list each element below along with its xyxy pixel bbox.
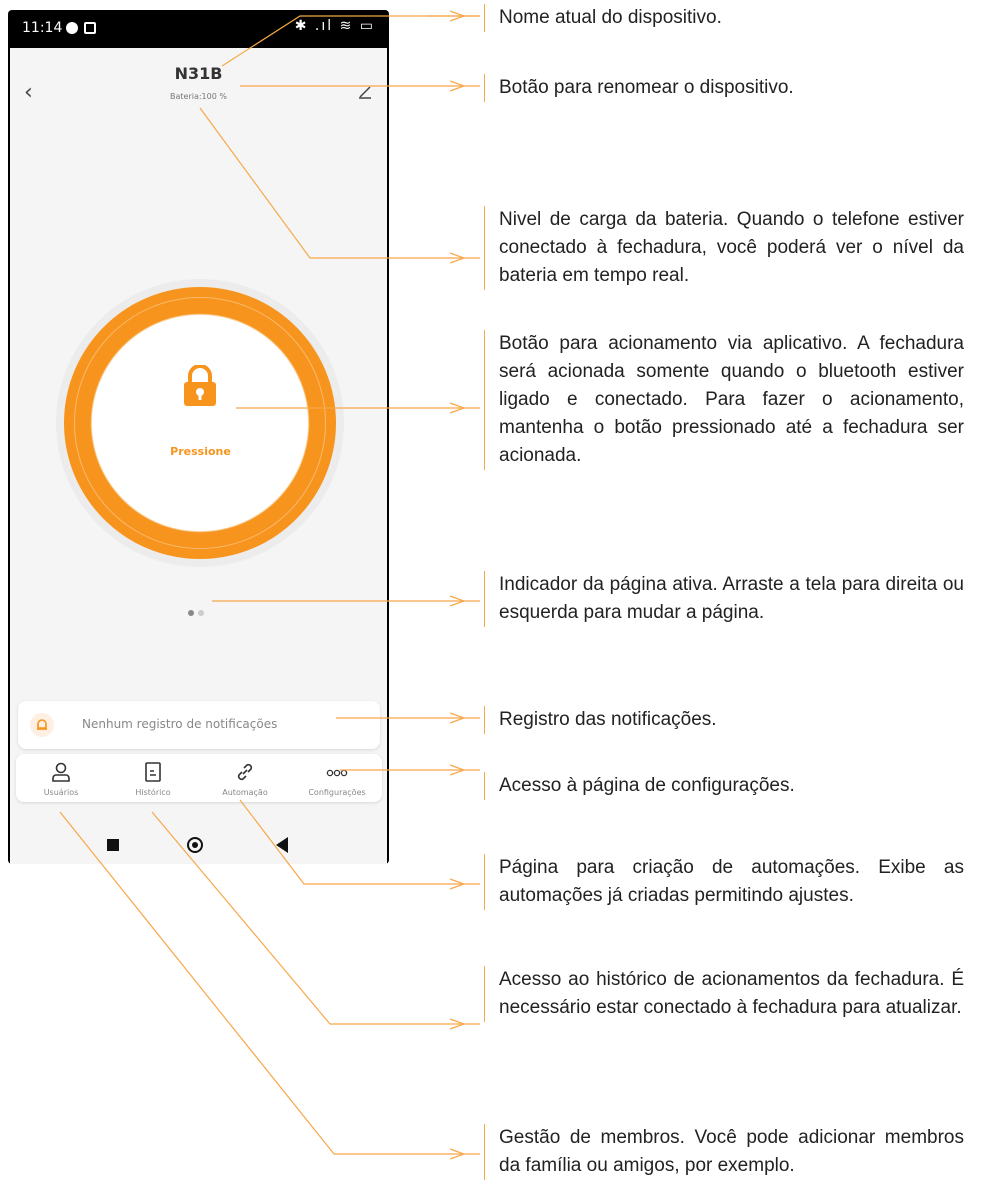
callout-notifications: Registro das notificações. (484, 706, 964, 734)
callout-rename: Botão para renomear o dispositivo. (484, 74, 964, 102)
callout-history: Acesso ao histórico de acionamentos da f… (484, 966, 964, 1022)
callout-page-indicator: Indicador da página ativa. Arraste a tel… (484, 571, 964, 627)
callout-members: Gestão de membros. Você pode adicionar m… (484, 1124, 964, 1180)
callout-device-name: Nome atual do dispositivo. (484, 4, 964, 32)
callout-battery: Nivel de carga da bateria. Quando o tele… (484, 206, 964, 290)
callout-unlock-button: Botão para acionamento via aplicativo. A… (484, 330, 964, 470)
callout-settings: Acesso à página de configurações. (484, 772, 964, 800)
callout-automation: Página para criação de automações. Exibe… (484, 854, 964, 910)
